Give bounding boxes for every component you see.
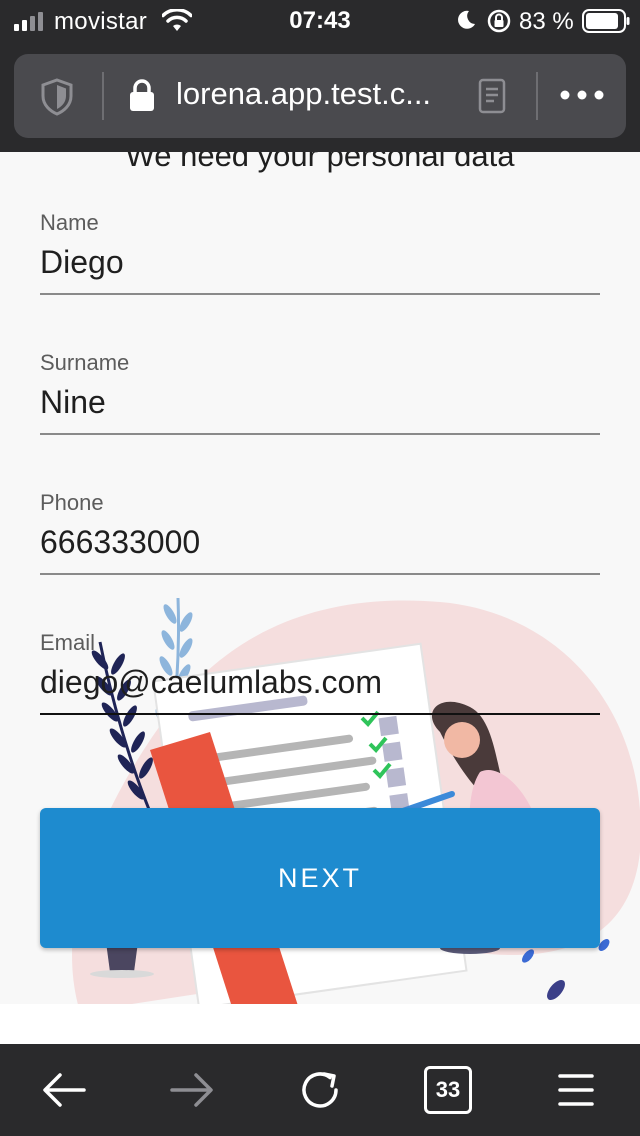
moon-icon xyxy=(458,10,475,29)
phone-field: Phone xyxy=(40,490,600,575)
back-icon[interactable] xyxy=(38,1064,90,1116)
surname-input[interactable] xyxy=(40,378,600,433)
email-label: Email xyxy=(40,630,96,655)
name-field: Name xyxy=(40,210,600,295)
battery-percent: 83 % xyxy=(519,8,574,35)
browser-bottom-toolbar: 33 xyxy=(0,1044,640,1136)
separator xyxy=(102,72,104,120)
next-button[interactable]: NEXT xyxy=(40,808,600,948)
forward-icon[interactable] xyxy=(166,1064,218,1116)
reader-mode-icon[interactable] xyxy=(478,78,506,114)
page-heading: We need your personal data xyxy=(125,152,515,173)
email-input[interactable] xyxy=(40,658,600,713)
lock-icon xyxy=(130,79,154,111)
email-field: Email xyxy=(40,630,600,715)
browser-toolbar: lorena.app.test.c... xyxy=(0,42,640,152)
input-underline xyxy=(40,293,600,295)
status-bar: movistar 07:43 83 % xyxy=(0,0,640,42)
url-text[interactable]: lorena.app.test.c... xyxy=(176,76,431,112)
shield-icon[interactable] xyxy=(40,78,74,116)
phone-label: Phone xyxy=(40,490,104,515)
input-underline xyxy=(40,713,600,715)
orientation-lock-icon xyxy=(487,9,511,33)
web-page: We need your personal data Name Surname … xyxy=(0,152,640,1004)
page-bottom-strip xyxy=(0,1004,640,1044)
name-input[interactable] xyxy=(40,238,600,293)
address-bar[interactable]: lorena.app.test.c... xyxy=(14,54,626,138)
surname-field: Surname xyxy=(40,350,600,435)
input-underline xyxy=(40,433,600,435)
reload-icon[interactable] xyxy=(294,1064,346,1116)
menu-icon[interactable] xyxy=(550,1064,602,1116)
tabs-button[interactable]: 33 xyxy=(424,1066,472,1114)
phone-input[interactable] xyxy=(40,518,600,573)
input-underline xyxy=(40,573,600,575)
name-label: Name xyxy=(40,210,99,235)
surname-label: Surname xyxy=(40,350,130,375)
battery-icon xyxy=(582,9,630,33)
separator xyxy=(536,72,538,120)
more-options-icon[interactable] xyxy=(558,88,606,102)
